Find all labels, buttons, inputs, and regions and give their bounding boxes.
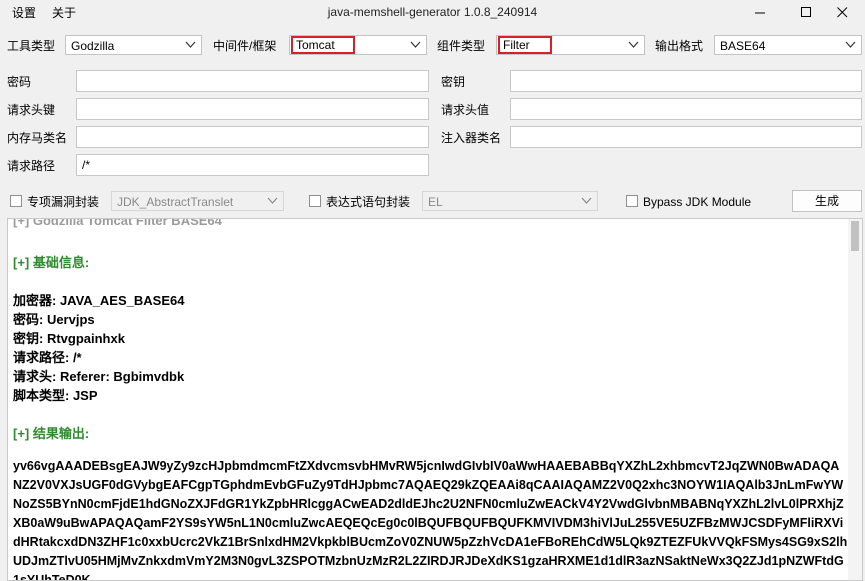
info-line: 脚本类型: JSP [13, 388, 98, 403]
payload-text: yv66vgAAADEBsgEAJW9yZy9zcHJpbmdmcmFtZXdv… [13, 459, 848, 581]
shell-class-label: 内存马类名 [7, 131, 68, 145]
middleware-value: Tomcat [291, 36, 355, 54]
menu-settings[interactable]: 设置 [12, 4, 36, 21]
output-textarea[interactable]: [+] Godzilla Tomcat Filter BASE64 [+] 基础… [7, 218, 863, 581]
info-line: 密码: Uervjps [13, 312, 95, 327]
output-format-label: 输出格式 [655, 39, 704, 53]
scrollbar-thumb[interactable] [851, 221, 859, 251]
chevron-down-icon [845, 41, 856, 48]
request-path-label: 请求路径 [7, 159, 56, 173]
chevron-down-icon [410, 41, 421, 48]
special-wrap-label: 专项漏洞封装 [27, 195, 100, 209]
middleware-label: 中间件/框架 [213, 39, 277, 53]
minimize-button[interactable] [737, 0, 783, 24]
close-icon [836, 6, 847, 17]
key-label: 密钥 [441, 75, 466, 89]
info-line: 加密器: JAVA_AES_BASE64 [13, 293, 185, 308]
minimize-icon [754, 12, 765, 13]
special-wrap-select[interactable]: JDK_AbstractTranslet [111, 191, 284, 211]
injector-class-label: 注入器类名 [441, 131, 502, 145]
window-title: java-memshell-generator 1.0.8_240914 [327, 5, 538, 19]
component-type-select[interactable]: Filter [496, 35, 645, 55]
expr-wrap-select[interactable]: EL [422, 191, 598, 211]
header-value-label: 请求头值 [441, 103, 490, 117]
tool-type-label: 工具类型 [7, 39, 56, 53]
info-line: 请求路径: /* [13, 350, 82, 365]
chevron-down-icon [628, 41, 639, 48]
info-line: 请求头: Referer: Bgbimvdbk [13, 369, 185, 384]
shell-class-field[interactable] [76, 126, 429, 148]
expr-wrap-label: 表达式语句封装 [326, 195, 411, 209]
expr-wrap-value: EL [428, 195, 443, 209]
password-field[interactable] [76, 70, 429, 92]
generate-button[interactable]: 生成 [792, 190, 862, 212]
special-wrap-value: JDK_AbstractTranslet [117, 195, 234, 209]
vertical-scrollbar[interactable] [848, 219, 862, 580]
middleware-select[interactable]: Tomcat [289, 35, 427, 55]
tool-type-select[interactable]: Godzilla [65, 35, 202, 55]
header-key-field[interactable] [76, 98, 429, 120]
chevron-down-icon [581, 197, 592, 204]
special-wrap-checkbox[interactable] [10, 195, 22, 207]
expr-wrap-checkbox[interactable] [309, 195, 321, 207]
request-path-field[interactable]: /* [76, 154, 429, 176]
result-header: [+] 结果输出: [13, 426, 90, 441]
tool-type-value: Godzilla [71, 39, 115, 53]
injector-class-field[interactable] [510, 126, 862, 148]
password-label: 密码 [7, 75, 32, 89]
bypass-jdk-checkbox[interactable] [626, 195, 638, 207]
chevron-down-icon [267, 197, 278, 204]
key-field[interactable] [510, 70, 862, 92]
info-line: 密钥: Rtvgpainhxk [13, 331, 125, 346]
output-format-value: BASE64 [720, 39, 766, 53]
component-type-value: Filter [498, 36, 552, 54]
maximize-icon [800, 6, 811, 17]
basic-info-header: [+] 基础信息: [13, 255, 90, 270]
title-bar: 设置 关于 java-memshell-generator 1.0.8_2409… [0, 0, 865, 26]
chevron-down-icon [185, 41, 196, 48]
bypass-jdk-label: Bypass JDK Module [643, 195, 752, 209]
close-button[interactable] [819, 0, 865, 24]
header-value-field[interactable] [510, 98, 862, 120]
output-partial-header: [+] Godzilla Tomcat Filter BASE64 [13, 218, 222, 228]
menu-about[interactable]: 关于 [52, 4, 76, 21]
component-type-label: 组件类型 [437, 39, 486, 53]
header-key-label: 请求头键 [7, 103, 56, 117]
output-format-select[interactable]: BASE64 [714, 35, 862, 55]
